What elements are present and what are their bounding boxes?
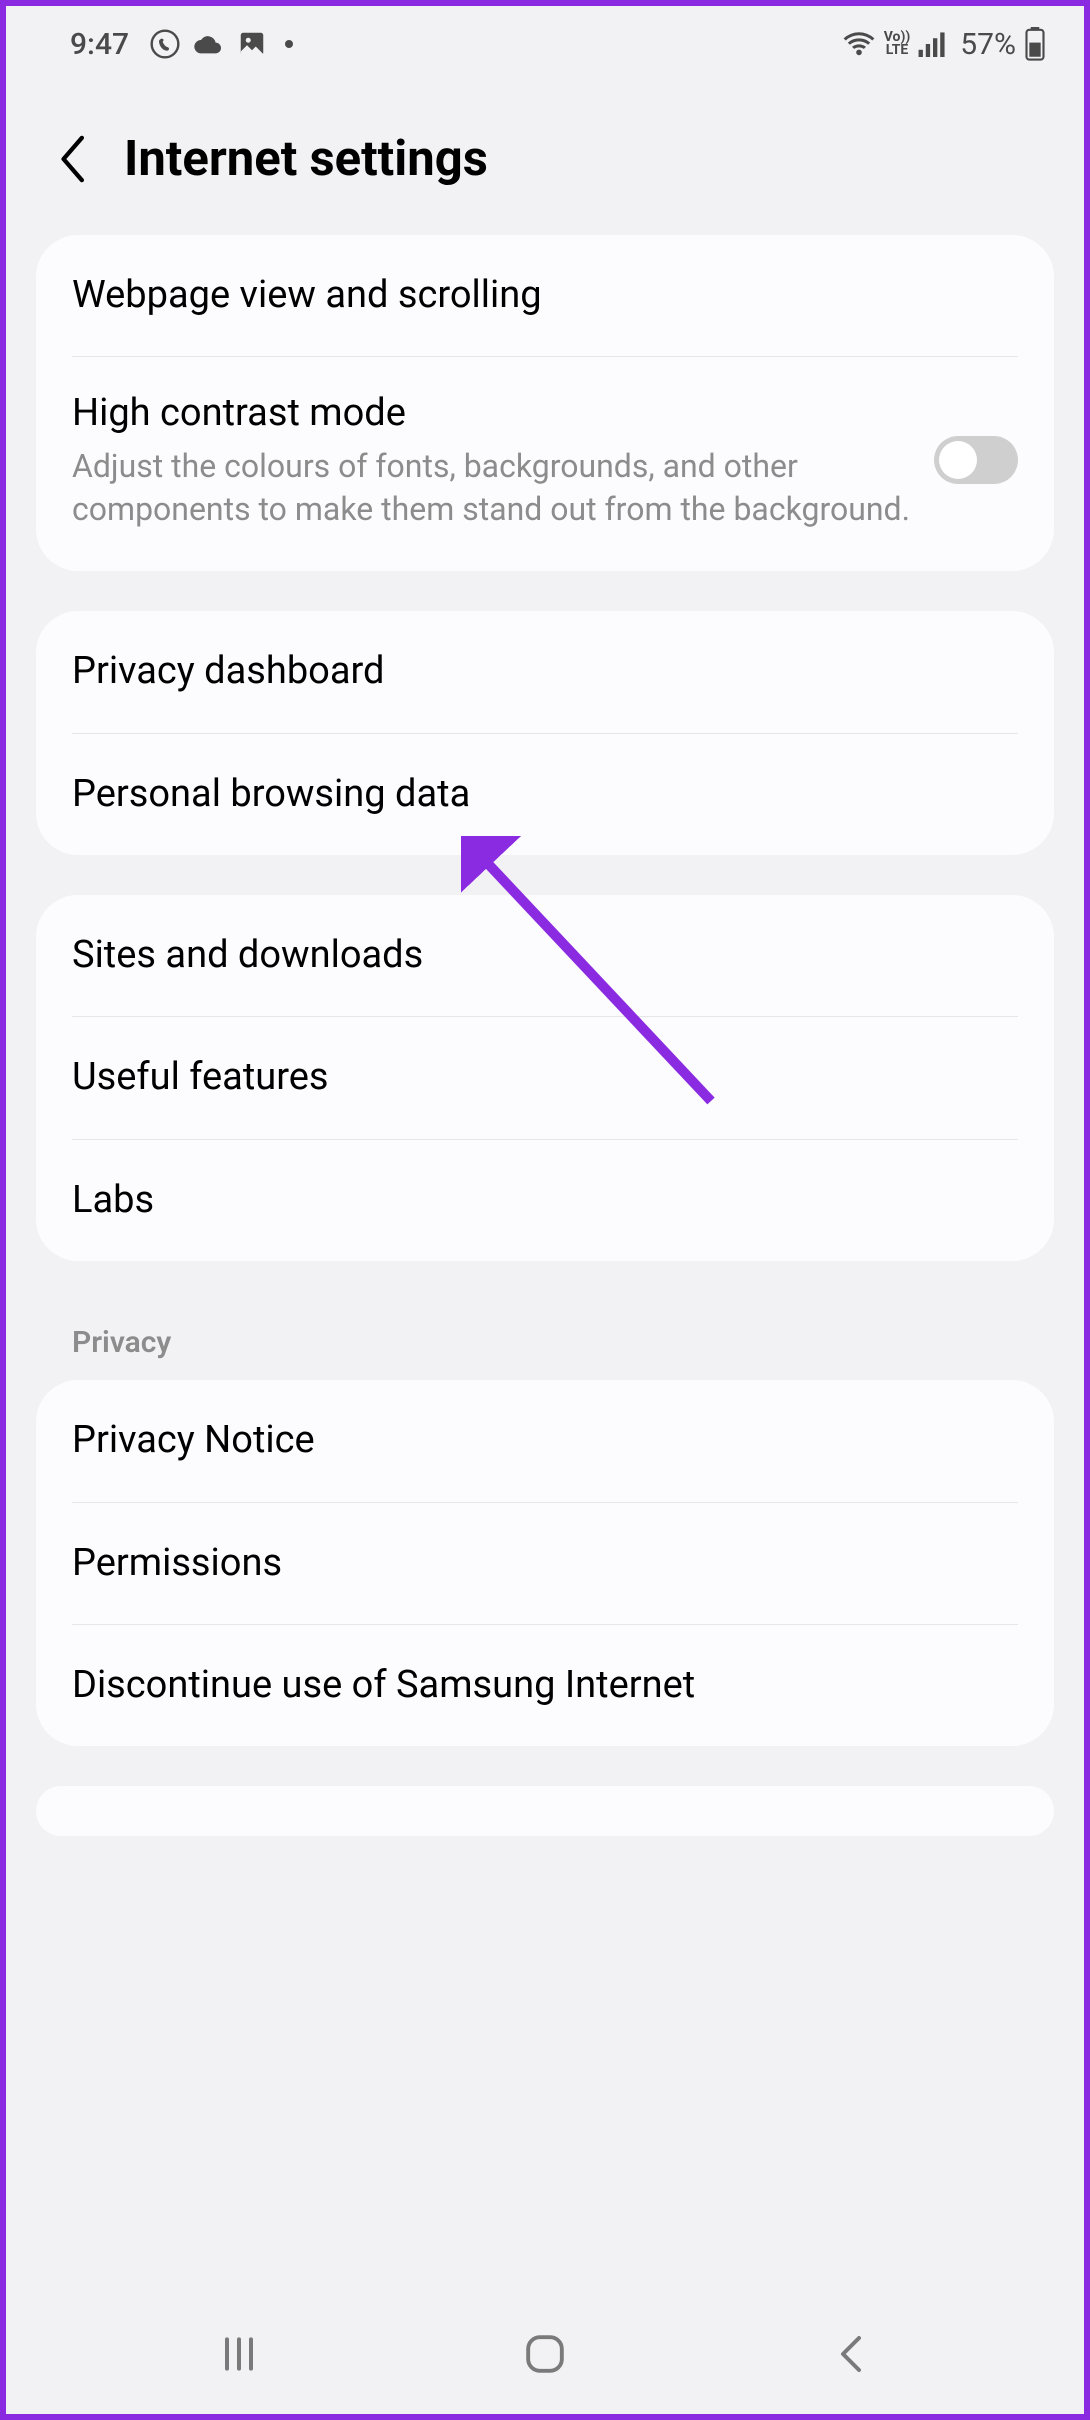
row-privacy-dashboard[interactable]: Privacy dashboard (36, 611, 1054, 732)
settings-group-next (36, 1786, 1054, 1836)
settings-group-display: Webpage view and scrolling High contrast… (36, 235, 1054, 571)
home-icon (523, 2332, 567, 2376)
row-personal-browsing-data[interactable]: Personal browsing data (36, 734, 1054, 855)
row-title: Labs (72, 1176, 998, 1225)
volte-icon: Vo))LTE (884, 31, 911, 56)
row-title: Useful features (72, 1053, 998, 1102)
row-discontinue[interactable]: Discontinue use of Samsung Internet (36, 1625, 1054, 1746)
nav-home-button[interactable] (505, 2314, 585, 2394)
row-webpage-view[interactable]: Webpage view and scrolling (36, 235, 1054, 356)
back-button[interactable] (48, 135, 96, 183)
status-bar: 9:47 Vo))LTE 57% (6, 6, 1084, 82)
row-privacy-notice[interactable]: Privacy Notice (36, 1380, 1054, 1501)
row-useful-features[interactable]: Useful features (36, 1017, 1054, 1138)
high-contrast-toggle[interactable] (934, 436, 1018, 484)
row-title: Sites and downloads (72, 931, 998, 980)
recents-icon (219, 2334, 259, 2374)
settings-group-privacy-data: Privacy dashboard Personal browsing data (36, 611, 1054, 855)
image-icon (237, 29, 267, 59)
battery-percent: 57% (960, 27, 1016, 62)
row-title: Discontinue use of Samsung Internet (72, 1661, 998, 1710)
cloud-icon (193, 31, 225, 57)
nav-back-button[interactable] (811, 2314, 891, 2394)
wifi-icon (842, 30, 876, 58)
row-high-contrast[interactable]: High contrast mode Adjust the colours of… (36, 357, 1054, 571)
row-title: Webpage view and scrolling (72, 271, 998, 320)
settings-group-privacy: Privacy Notice Permissions Discontinue u… (36, 1380, 1054, 1746)
nav-recents-button[interactable] (199, 2314, 279, 2394)
row-title: Privacy Notice (72, 1416, 998, 1465)
page-title: Internet settings (124, 130, 488, 187)
row-subtitle: Adjust the colours of fonts, backgrounds… (72, 445, 914, 531)
battery-icon (1024, 27, 1046, 61)
row-labs[interactable]: Labs (36, 1140, 1054, 1261)
status-time: 9:47 (70, 27, 129, 62)
chevron-left-icon (57, 135, 87, 183)
row-title: Permissions (72, 1539, 998, 1588)
section-label-privacy: Privacy (36, 1301, 1054, 1380)
nav-bar (6, 2294, 1084, 2414)
row-title: High contrast mode (72, 389, 914, 438)
row-title: Privacy dashboard (72, 647, 998, 696)
row-permissions[interactable]: Permissions (36, 1503, 1054, 1624)
dot-icon (285, 40, 293, 48)
row-sites-downloads[interactable]: Sites and downloads (36, 895, 1054, 1016)
row-title: Personal browsing data (72, 770, 998, 819)
nav-back-icon (834, 2334, 868, 2374)
signal-icon (918, 31, 948, 57)
whatsapp-icon (149, 28, 181, 60)
page-header: Internet settings (6, 82, 1084, 235)
settings-group-features: Sites and downloads Useful features Labs (36, 895, 1054, 1261)
